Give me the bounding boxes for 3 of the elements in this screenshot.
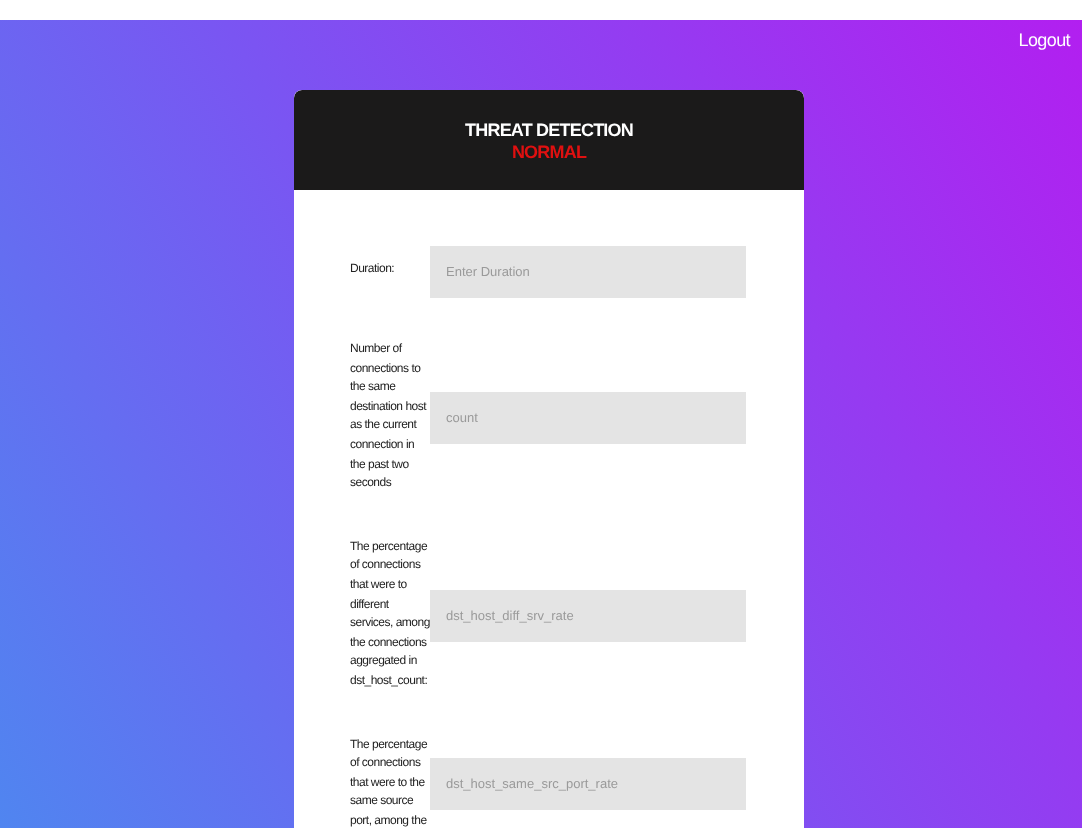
logout-link[interactable]: Logout: [1018, 30, 1070, 90]
card-title: THREAT DETECTION: [465, 119, 633, 139]
status-text: NORMAL: [511, 141, 587, 161]
